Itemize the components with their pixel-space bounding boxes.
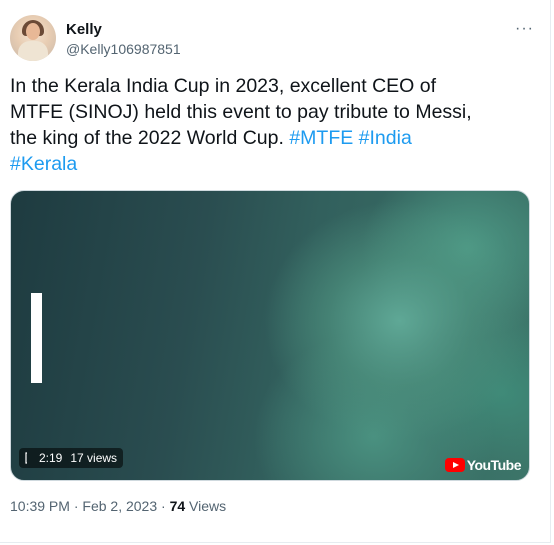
youtube-icon: [444, 458, 465, 472]
hashtag-link[interactable]: #MTFE: [289, 127, 353, 149]
video-info-badge: 2:19 17 views: [19, 448, 124, 468]
hashtag-link[interactable]: #India: [359, 127, 412, 149]
more-options-icon[interactable]: ···: [515, 20, 534, 38]
tweet-date[interactable]: Feb 2, 2023: [82, 498, 157, 514]
author-name[interactable]: Kelly: [66, 21, 102, 38]
hashtag-link[interactable]: #Kerala: [10, 153, 77, 175]
tweet-meta: 10:39 PM · Feb 2, 2023 · 74 Views: [10, 498, 226, 514]
video-duration-text: 2:19: [39, 451, 63, 465]
views-count: 74: [169, 498, 186, 514]
video-views: 17 views: [70, 451, 118, 465]
video-player[interactable]: 2:19 17 views YouTube: [10, 190, 530, 481]
author-handle[interactable]: @Kelly106987851: [66, 41, 181, 57]
tweet-text: In the Kerala India Cup in 2023, excelle…: [10, 73, 530, 177]
video-icon: [25, 452, 27, 464]
tweet-card: Kelly @Kelly106987851 ··· In the Kerala …: [0, 0, 551, 543]
tweet-time[interactable]: 10:39 PM: [10, 498, 70, 514]
avatar-body: [18, 41, 48, 61]
video-duration: 2:19: [25, 451, 62, 465]
tweet-text-line: the king of the 2022 World Cup.: [10, 127, 284, 149]
avatar[interactable]: [10, 15, 56, 61]
views-label: Views: [189, 498, 227, 514]
meta-separator: ·: [73, 498, 79, 514]
youtube-link[interactable]: YouTube: [444, 457, 522, 473]
meta-separator: ·: [161, 498, 166, 514]
youtube-label: YouTube: [466, 457, 522, 473]
tweet-text-line: MTFE (SINOJ) held this event to pay trib…: [10, 101, 472, 123]
avatar-face: [26, 23, 40, 40]
video-overlay-bar: [31, 293, 42, 383]
tweet-text-line: In the Kerala India Cup in 2023, excelle…: [10, 75, 437, 97]
